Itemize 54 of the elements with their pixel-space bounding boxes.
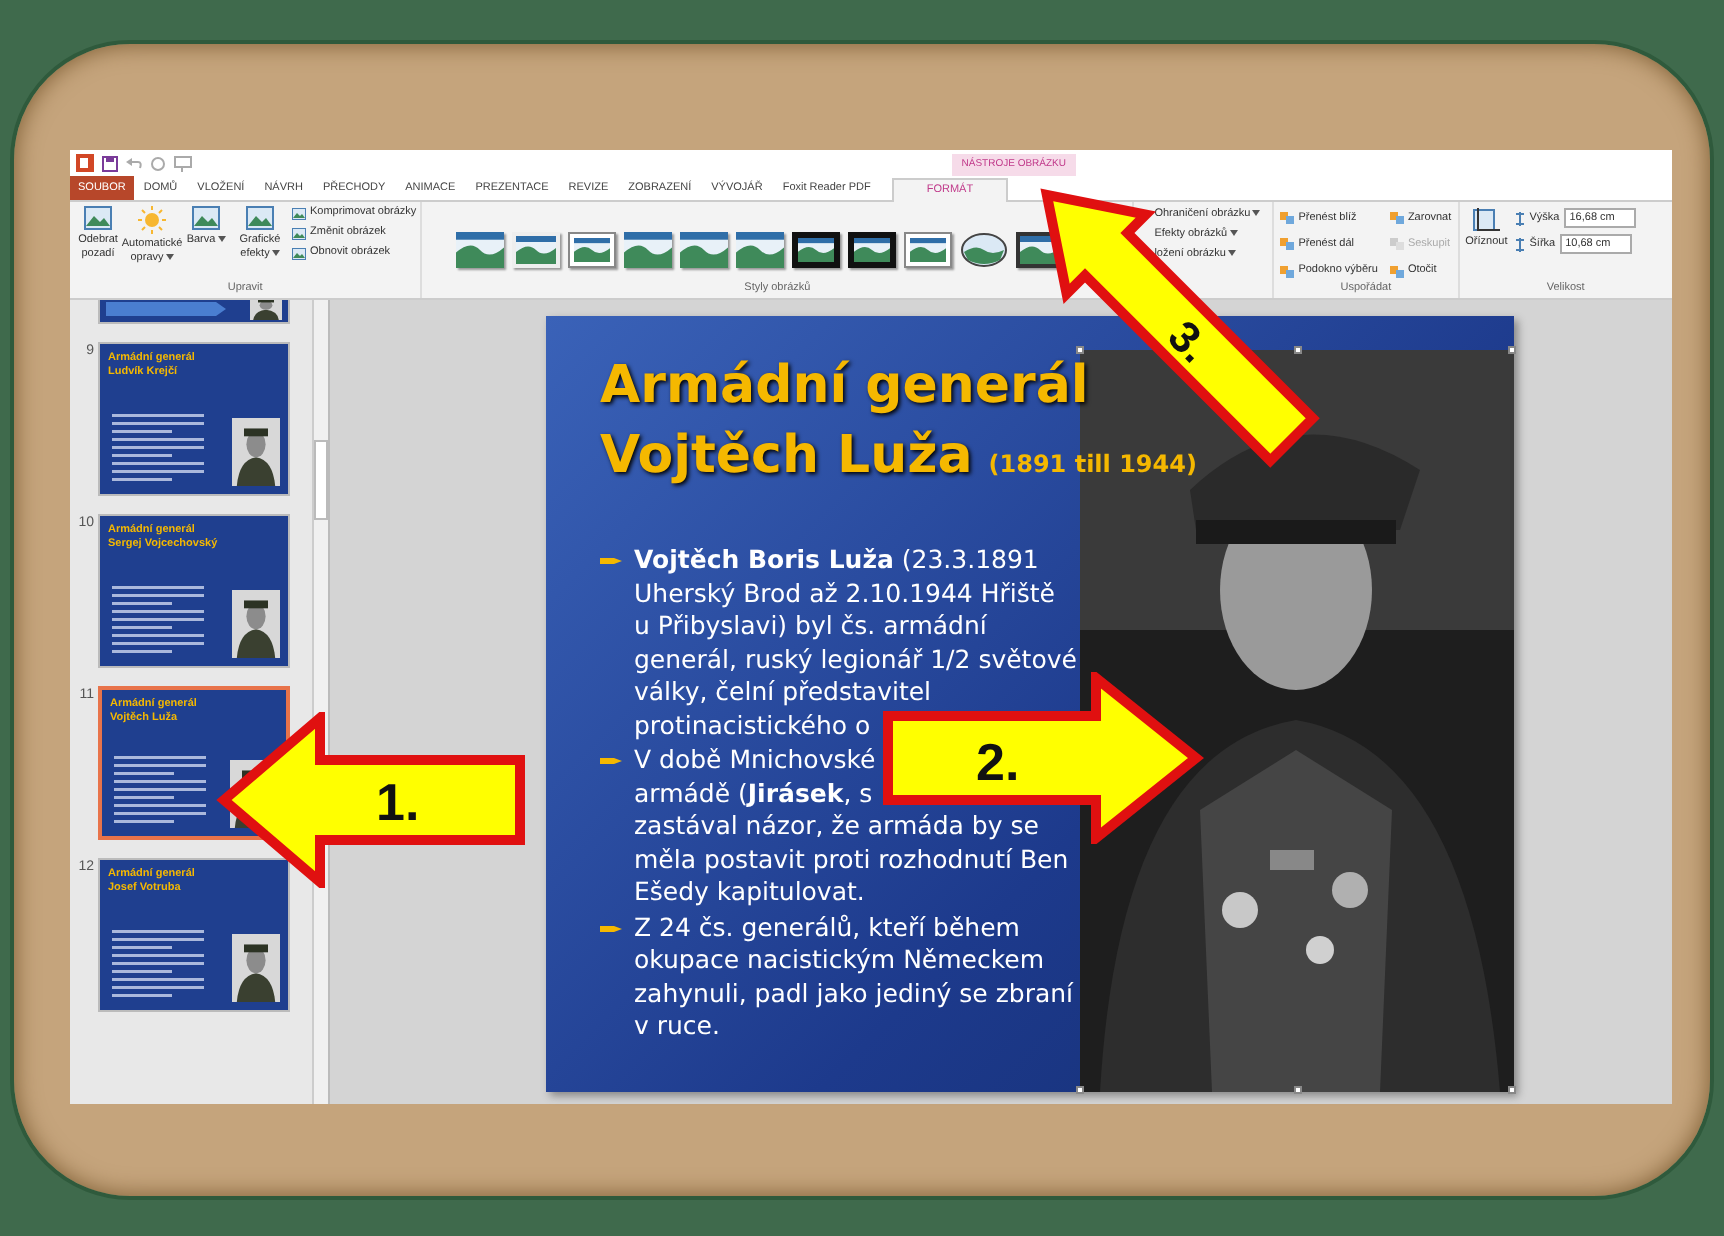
caret-icon [1227,250,1236,257]
caret-icon [1229,230,1238,237]
text-lines-drawing [108,930,208,1002]
image-icon [292,227,306,239]
bullet-text: v ruce. [634,1010,720,1043]
powerpoint-icon[interactable] [76,154,94,172]
resize-handle[interactable] [1294,1086,1302,1094]
resize-handle[interactable] [1508,1086,1516,1094]
bullet-text: V době Mnichovské [634,744,876,777]
bullet-text: zastával názor, že armáda by se [634,810,1039,843]
resize-handle[interactable] [1294,346,1302,354]
caret-icon [1252,210,1261,217]
bullet-text: zahynuli, padl jako jediný se zbraní [634,977,1074,1010]
caret-icon [165,254,174,261]
step-label: 1. [376,772,420,832]
bullet-text: armádě (Jirásek, s [634,777,873,810]
slide-title: Vojtěch Luža [600,424,973,490]
text-lines-drawing [108,586,208,658]
step-label: 2. [976,732,1020,792]
save-icon[interactable] [102,155,118,171]
step-label: 3. [1158,310,1220,373]
image-icon [292,247,306,259]
scrollbar-thumb[interactable] [314,440,328,520]
bullet-text: okupace nacistickým Německem [634,944,1045,977]
text-lines-drawing [108,414,208,486]
dimension-icon [1513,237,1526,251]
picture-style-option[interactable] [848,232,897,268]
bullet-text: protinacistického o [634,709,871,742]
bullet-text: Ešedy kapitulovat. [634,876,865,909]
resize-handle[interactable] [1076,1086,1084,1094]
bullet-text: Z 24 čs. generálů, kteří během [634,911,1020,944]
picture-icon [84,206,112,230]
image-icon [292,207,306,219]
bullet-text: měla postavit proti rozhodnutí Ben [634,843,1069,876]
bullet-text: Vojtěch Boris Luža (23.3.1891 [634,544,1039,577]
picture-icon [246,206,274,230]
slide-thumbnail[interactable] [98,300,290,324]
resize-handle[interactable] [1508,346,1516,354]
sun-icon [138,206,166,234]
picture-style-option[interactable] [960,230,1009,270]
caret-icon [217,236,226,243]
picture-style-option[interactable] [792,232,841,268]
bullet-text: Uherský Brod až 2.10.1944 Hřiště [634,577,1055,610]
bullet-text: generál, ruský legionář 1/2 světové [634,643,1077,676]
slide-subtitle: (1891 till 1944) [988,448,1197,482]
text-lines-drawing [110,756,210,828]
picture-icon [192,206,220,230]
crop-icon [1472,208,1501,236]
resize-handle[interactable] [1076,346,1084,354]
bullet-text: války, čelní představitel [634,676,932,709]
caret-icon [271,250,280,257]
bullet-text: u Přibyslavi) byl čs. armádní [634,610,987,643]
slide-title: Armádní generál [600,354,1089,420]
dimension-icon [1513,211,1526,225]
